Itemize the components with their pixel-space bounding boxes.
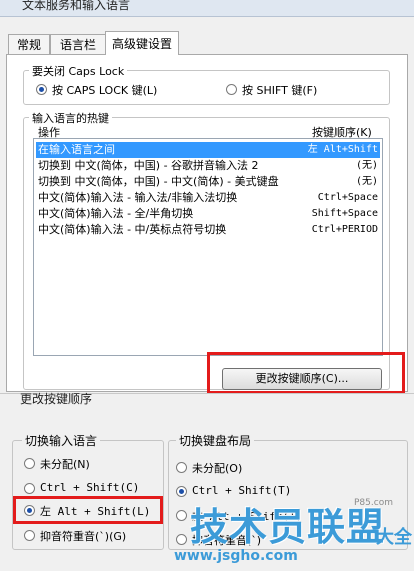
list-item-action: 切换到 中文(简体，中国) - 中文(简体) - 美式键盘 bbox=[38, 175, 279, 188]
hotkey-list[interactable]: 在输入语言之间 左 Alt+Shift 切换到 中文(简体，中国) - 谷歌拼音… bbox=[33, 138, 383, 356]
list-item-keys: (无) bbox=[355, 176, 378, 187]
list-item-action: 中文(简体)输入法 - 全/半角切换 bbox=[38, 207, 194, 220]
change-dialog-title: 更改按键顺序 bbox=[20, 392, 93, 406]
tab-language-bar[interactable]: 语言栏 bbox=[50, 34, 106, 54]
lang-left-alt-shift-label[interactable]: 左 Alt + Shift(L) bbox=[40, 503, 150, 519]
list-item-action: 在输入语言之间 bbox=[38, 143, 115, 156]
layout-unassigned-label[interactable]: 未分配(O) bbox=[192, 460, 242, 476]
list-item[interactable]: 在输入语言之间 左 Alt+Shift bbox=[36, 142, 380, 158]
list-item-action: 中文(简体)输入法 - 输入法/非输入法切换 bbox=[38, 191, 238, 204]
list-item[interactable]: 切换到 中文(简体，中国) - 谷歌拼音输入法 2 (无) bbox=[36, 158, 380, 174]
caps-lock-key-radio[interactable] bbox=[36, 84, 47, 95]
tab-advanced-key-settings[interactable]: 高级键设置 bbox=[105, 31, 179, 55]
shift-key-label[interactable]: 按 SHIFT 键(F) bbox=[242, 82, 317, 98]
lang-unassigned-radio[interactable] bbox=[24, 458, 35, 469]
lang-ctrl-shift-radio[interactable] bbox=[24, 483, 35, 494]
lang-left-alt-shift-radio[interactable] bbox=[24, 505, 35, 516]
layout-left-alt-shift-radio[interactable] bbox=[176, 510, 187, 521]
caps-lock-legend: 要关闭 Caps Lock bbox=[29, 63, 128, 79]
watermark-url: www.jsgho.com bbox=[174, 548, 298, 564]
switch-language-legend: 切换输入语言 bbox=[22, 432, 101, 449]
change-key-sequence-button[interactable]: 更改按键顺序(C)... bbox=[222, 368, 382, 390]
layout-ctrl-shift-radio[interactable] bbox=[176, 486, 187, 497]
list-item-keys: Ctrl+PERIOD bbox=[311, 224, 378, 235]
lang-unassigned-label[interactable]: 未分配(N) bbox=[40, 456, 90, 472]
list-item-keys: 左 Alt+Shift bbox=[307, 144, 378, 155]
list-item-action: 中文(简体)输入法 - 中/英标点符号切换 bbox=[38, 223, 227, 236]
list-item-keys: Shift+Space bbox=[311, 208, 378, 219]
lang-grave-accent-label[interactable]: 抑音符重音(`)(G) bbox=[40, 528, 126, 544]
lang-grave-accent-radio[interactable] bbox=[24, 530, 35, 541]
list-item-keys: (无) bbox=[355, 160, 378, 171]
list-item-action: 切换到 中文(简体，中国) - 谷歌拼音输入法 2 bbox=[38, 159, 259, 172]
layout-grave-accent-radio[interactable] bbox=[176, 534, 187, 545]
window-title: 文本服务和输入语言 bbox=[22, 0, 131, 12]
list-item[interactable]: 中文(简体)输入法 - 输入法/非输入法切换 Ctrl+Space bbox=[36, 190, 380, 206]
list-item[interactable]: 中文(简体)输入法 - 全/半角切换 Shift+Space bbox=[36, 206, 380, 222]
lang-ctrl-shift-label[interactable]: Ctrl + Shift(C) bbox=[40, 481, 139, 494]
layout-unassigned-radio[interactable] bbox=[176, 462, 187, 473]
caps-lock-key-label[interactable]: 按 CAPS LOCK 键(L) bbox=[52, 82, 157, 98]
title-bar: 文本服务和输入语言 bbox=[0, 0, 414, 17]
switch-layout-legend: 切换键盘布局 bbox=[176, 432, 255, 449]
shift-key-radio[interactable] bbox=[226, 84, 237, 95]
list-item[interactable]: 中文(简体)输入法 - 中/英标点符号切换 Ctrl+PERIOD bbox=[36, 222, 380, 238]
list-item-keys: Ctrl+Space bbox=[317, 192, 378, 203]
tab-general[interactable]: 常规 bbox=[8, 34, 50, 54]
watermark-suffix: 大全 bbox=[376, 527, 412, 548]
list-item[interactable]: 切换到 中文(简体，中国) - 中文(简体) - 美式键盘 (无) bbox=[36, 174, 380, 190]
watermark-small: P85.com bbox=[354, 498, 393, 508]
